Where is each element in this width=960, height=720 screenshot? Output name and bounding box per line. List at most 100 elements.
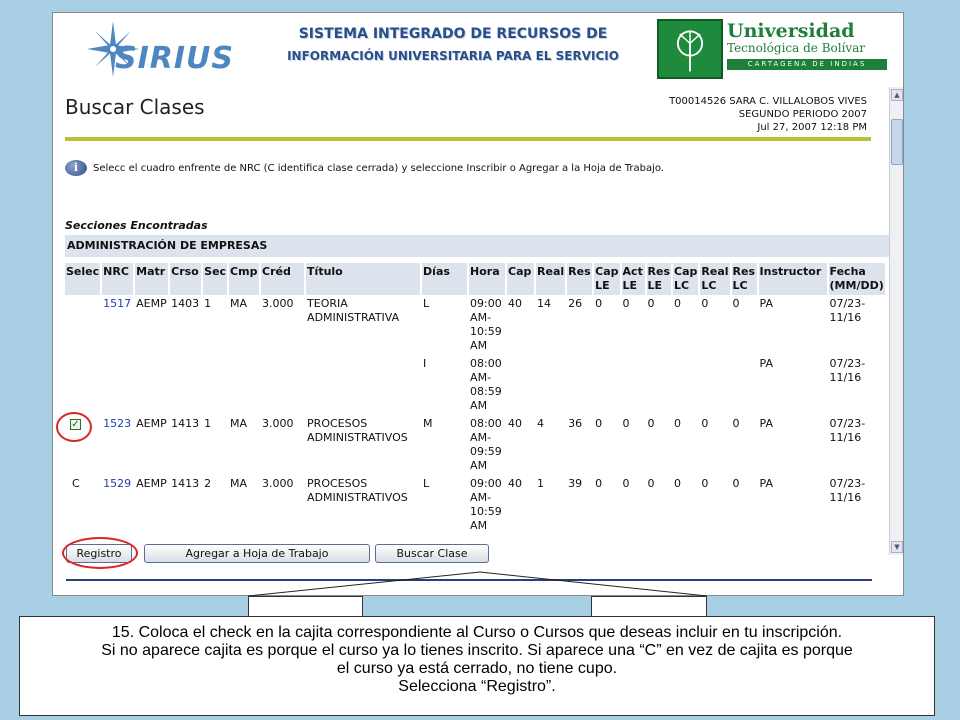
cell-instructor: PA xyxy=(759,477,773,490)
university-name-line-2: Tecnológica de Bolívar xyxy=(727,41,866,55)
user-info: T00014526 SARA C. VILLALOBOS VIVES SEGUN… xyxy=(669,95,867,134)
col-header-titulo: Título xyxy=(306,263,423,295)
cell-dias: L xyxy=(423,297,430,310)
cell-act-le: 0 xyxy=(622,477,630,490)
footer-divider xyxy=(66,579,872,581)
col-header-crso: Crso xyxy=(170,263,204,295)
sirius-logo-text: SIRIUS xyxy=(115,41,234,76)
cell-res-le: 0 xyxy=(647,297,655,310)
cell-cap-lc: 0 xyxy=(674,297,682,310)
university-seal-icon xyxy=(657,19,723,79)
col-header-cmp: Cmp xyxy=(229,263,262,295)
nrc-link[interactable]: 1517 xyxy=(102,295,135,355)
department-header: ADMINISTRACIÓN DE EMPRESAS xyxy=(65,235,891,257)
cell-cred: 3.000 xyxy=(262,297,294,310)
cell-real-lc: 0 xyxy=(701,417,709,430)
col-header-res-le: Res LE xyxy=(646,263,674,295)
col-header-hora: Hora xyxy=(469,263,508,295)
cell-act-le: 0 xyxy=(622,297,630,310)
course-sections-table: Selec NRC Matr Crso Sec Cmp Créd Título … xyxy=(65,263,887,535)
cell-hora: 08:00 AM-08:59 AM xyxy=(470,357,502,412)
col-header-cap-lc: Cap LC xyxy=(673,263,701,295)
cell-crso: 1403 xyxy=(171,297,200,310)
cell-res xyxy=(567,355,594,415)
add-to-worksheet-button[interactable]: Agregar a Hoja de Trabajo xyxy=(144,544,370,563)
cell-titulo xyxy=(306,355,422,415)
cell-titulo: PROCESOS ADMINISTRATIVOS xyxy=(307,477,408,504)
callout-tab-left xyxy=(248,596,363,617)
academic-period: SEGUNDO PERIODO 2007 xyxy=(738,109,867,120)
col-header-nrc: NRC xyxy=(102,263,136,295)
cell-matr: AEMP xyxy=(136,477,167,490)
scroll-up-arrow-icon[interactable]: ▲ xyxy=(891,89,903,101)
current-datetime: Jul 27, 2007 12:18 PM xyxy=(757,122,867,133)
cell-matr: AEMP xyxy=(136,417,167,430)
cell-fecha: 07/23-11/16 xyxy=(829,417,866,444)
cell-cmp xyxy=(229,355,261,415)
cell-cap-le: 0 xyxy=(595,297,603,310)
col-header-select: Selec xyxy=(65,263,103,295)
select-cell xyxy=(65,355,102,415)
cell-cap: 40 xyxy=(508,477,523,490)
cell-cap-lc: 0 xyxy=(674,417,682,430)
cell-fecha: 07/23-11/16 xyxy=(829,297,866,324)
cell-res-lc xyxy=(732,355,759,415)
cell-res-lc: 0 xyxy=(732,297,740,310)
vertical-scrollbar[interactable]: ▲ ▼ xyxy=(889,87,903,555)
col-header-real-lc: Real LC xyxy=(700,263,732,295)
cell-cap-le: 0 xyxy=(595,417,603,430)
cell-matr xyxy=(135,355,170,415)
scroll-thumb[interactable] xyxy=(891,119,903,165)
user-id-name: T00014526 SARA C. VILLALOBOS VIVES xyxy=(669,96,867,107)
cell-sec: 2 xyxy=(204,477,212,490)
col-header-dias: Días xyxy=(422,263,470,295)
cell-real: 4 xyxy=(537,417,545,430)
header-divider xyxy=(65,137,871,141)
cell-real-lc: 0 xyxy=(701,297,709,310)
header-banner: SIRIUS SISTEMA INTEGRADO DE RECURSOS DE … xyxy=(53,13,889,87)
instruction-line-3: el curso ya está cerrado, no tiene cupo. xyxy=(336,660,618,677)
nrc-link[interactable]: 1523 xyxy=(102,415,135,475)
cell-real: 1 xyxy=(537,477,545,490)
search-class-button[interactable]: Buscar Clase xyxy=(375,544,489,563)
cell-fecha: 07/23-11/16 xyxy=(829,477,866,504)
cell-hora: 09:00 AM-10:59 AM xyxy=(470,477,502,532)
page-title: Buscar Clases xyxy=(65,95,205,119)
checkbox-highlight-circle xyxy=(56,412,92,442)
cell-res-le: 0 xyxy=(647,477,655,490)
cell-dias: M xyxy=(423,417,433,430)
cell-dias: L xyxy=(423,477,430,490)
cell-cred: 3.000 xyxy=(262,477,294,490)
cell-act-le xyxy=(622,355,647,415)
cell-instructor: PA xyxy=(759,297,773,310)
cell-hora: 09:00 AM-10:59 AM xyxy=(470,297,502,352)
scroll-down-arrow-icon[interactable]: ▼ xyxy=(891,541,903,553)
col-header-cred: Créd xyxy=(261,263,307,295)
cell-cap-le: 0 xyxy=(595,477,603,490)
cell-instructor: PA xyxy=(759,357,773,370)
cell-res: 39 xyxy=(568,477,583,490)
table-header-row: Selec NRC Matr Crso Sec Cmp Créd Título … xyxy=(65,263,887,295)
cell-crso xyxy=(170,355,203,415)
nrc-link xyxy=(102,355,135,415)
cell-titulo: TEORIA ADMINISTRATIVA xyxy=(307,297,400,324)
cell-cap-lc: 0 xyxy=(674,477,682,490)
system-title-line-1: SISTEMA INTEGRADO DE RECURSOS DE xyxy=(298,26,608,42)
table-row: 1517 AEMP 1403 1 MA 3.000 TEORIA ADMINIS… xyxy=(65,295,887,355)
cell-instructor: PA xyxy=(759,417,773,430)
cell-crso: 1413 xyxy=(171,477,200,490)
cell-crso: 1413 xyxy=(171,417,200,430)
table-row: C 1529 AEMP 1413 2 MA 3.000 PROCESOS ADM… xyxy=(65,475,887,535)
instruction-line-4: Selecciona “Registro”. xyxy=(398,678,556,695)
system-title-line-2: INFORMACIÓN UNIVERSITARIA PARA EL SERVIC… xyxy=(287,49,619,63)
cell-sec xyxy=(203,355,229,415)
cell-cred: 3.000 xyxy=(262,417,294,430)
cell-res: 26 xyxy=(568,297,583,310)
cell-dias: I xyxy=(423,357,427,370)
col-header-sec: Sec xyxy=(203,263,230,295)
cell-titulo: PROCESOS ADMINISTRATIVOS xyxy=(307,417,408,444)
col-header-fecha: Fecha (MM/DD) xyxy=(828,263,887,295)
info-icon: i xyxy=(65,160,87,176)
cell-cap: 40 xyxy=(508,417,523,430)
nrc-link[interactable]: 1529 xyxy=(102,475,135,535)
